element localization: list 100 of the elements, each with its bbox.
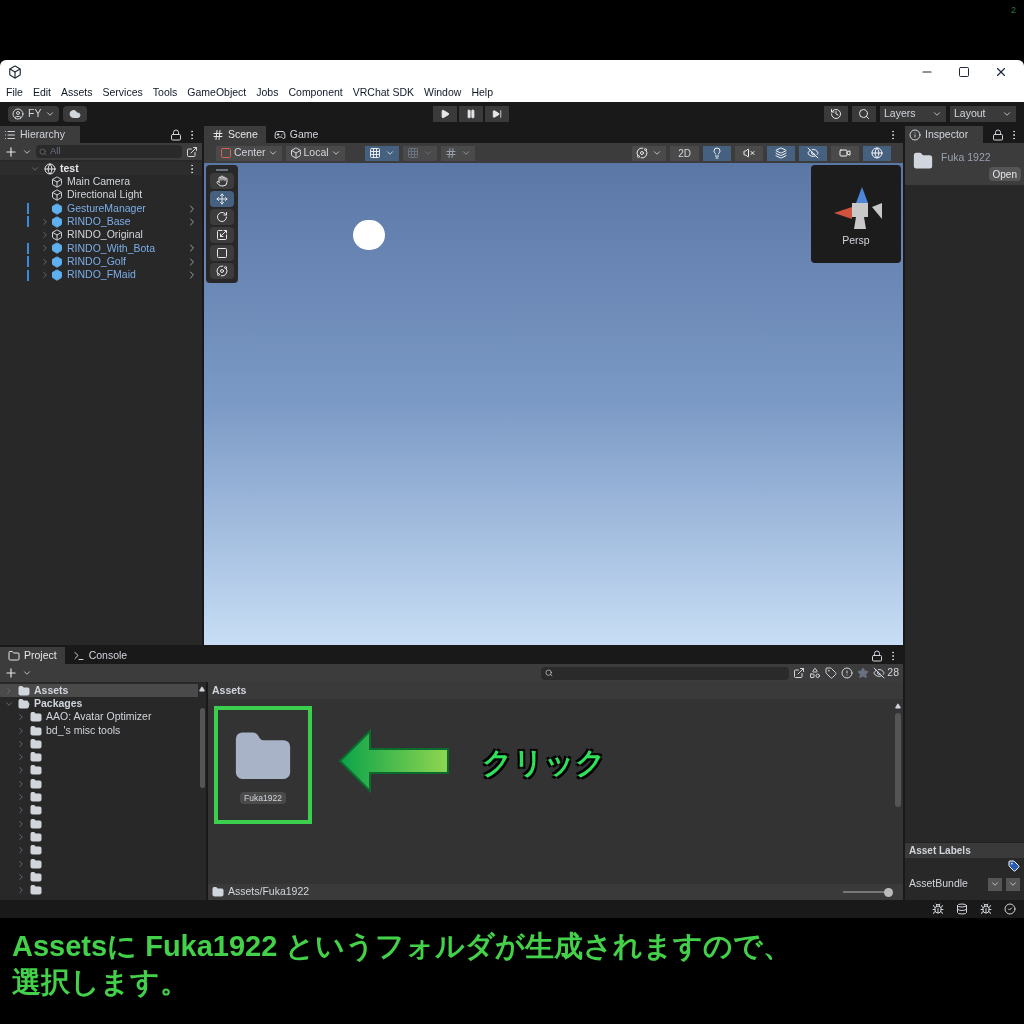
panel-tab[interactable]: Inspector [905, 126, 983, 143]
tree-item[interactable]: AAO: Avatar Optimizer [0, 710, 198, 724]
open-button[interactable]: Open [988, 167, 1021, 181]
scene-toggle-button[interactable] [735, 145, 763, 161]
close-icon[interactable] [994, 65, 1008, 79]
search-field[interactable] [541, 666, 790, 680]
open-window-icon[interactable] [793, 667, 806, 679]
scene-toggle-button[interactable] [703, 145, 731, 161]
tool-button[interactable] [210, 209, 234, 225]
step-button[interactable] [484, 106, 509, 122]
layout-dropdown[interactable]: Layout [950, 106, 1016, 122]
scene-toggle-button[interactable] [767, 145, 795, 161]
folder-icon [30, 817, 42, 830]
lock-icon[interactable] [871, 649, 883, 662]
history-icon [830, 108, 842, 120]
status-check-icon[interactable] [1004, 903, 1016, 915]
tool-button[interactable] [210, 263, 234, 279]
tool-button[interactable] [210, 173, 234, 189]
layers-dropdown[interactable]: Layers [880, 106, 946, 122]
increment-button[interactable] [440, 145, 475, 161]
scene-toggle-button[interactable] [863, 145, 891, 161]
cloud-button[interactable] [63, 106, 88, 122]
scene-icon [44, 162, 56, 175]
bundle-dropdown[interactable] [988, 877, 1002, 891]
scene-toggle-button[interactable] [799, 145, 827, 161]
pivot-icon [220, 147, 232, 159]
caret-icon [932, 109, 942, 119]
caret-icon [460, 148, 471, 158]
tree-item[interactable]: Packages [0, 697, 198, 711]
panel-tab[interactable]: Hierarchy [0, 126, 80, 143]
bug-icon[interactable] [932, 903, 944, 915]
pivot-dropdown[interactable]: Center [216, 145, 282, 161]
menu-item[interactable]: GameObject [187, 85, 247, 101]
zoom-slider[interactable] [843, 887, 891, 897]
pause-button[interactable] [458, 106, 483, 122]
tree-item[interactable]: Assets [0, 684, 198, 698]
scene-toggle-button[interactable] [831, 145, 859, 161]
shading-dropdown[interactable] [632, 145, 667, 161]
tree-item[interactable]: bd_'s misc tools [0, 723, 198, 738]
page-number: 2 [1011, 4, 1016, 17]
warning-filter-icon[interactable] [841, 667, 854, 679]
search-field[interactable]: All [36, 145, 182, 158]
history-button[interactable] [824, 106, 848, 122]
menu-item[interactable]: File [6, 85, 23, 101]
hierarchy-item[interactable]: RINDO_Original [0, 228, 202, 242]
menu-item[interactable]: Window [424, 85, 462, 101]
menu-item[interactable]: Assets [61, 85, 93, 101]
hierarchy-item[interactable]: RINDO_Golf [0, 255, 202, 269]
add-icon[interactable] [4, 666, 18, 680]
hierarchy-item[interactable]: RINDO_With_Bota [0, 241, 202, 256]
tool-button[interactable] [210, 245, 234, 261]
play-button[interactable] [432, 106, 457, 122]
mode-2d-button[interactable]: 2D [670, 145, 699, 161]
space-dropdown[interactable]: Local [285, 145, 345, 161]
maximize-icon[interactable] [958, 66, 970, 78]
menu-item[interactable]: Jobs [256, 85, 279, 101]
slider-thumb[interactable] [883, 887, 893, 897]
view-tab[interactable]: Game [265, 126, 327, 143]
variant-dropdown[interactable] [1006, 877, 1020, 891]
panel-tab[interactable]: Console [64, 647, 136, 664]
hierarchy-item[interactable]: RINDO_Base [0, 215, 202, 229]
label-filter-icon[interactable] [825, 667, 838, 679]
add-icon[interactable] [4, 144, 18, 159]
lock-icon[interactable] [992, 128, 1004, 141]
menu-item[interactable]: Component [288, 85, 343, 101]
debug-icon[interactable] [980, 903, 992, 915]
hierarchy-item[interactable]: GestureManager [0, 201, 202, 216]
cube-icon [51, 229, 63, 242]
hierarchy-item[interactable]: RINDO_FMaid [0, 268, 202, 282]
panel-tab[interactable]: Project [0, 647, 65, 664]
tool-button[interactable] [210, 227, 234, 243]
lock-icon[interactable] [170, 128, 182, 141]
scale-tool-icon [216, 229, 228, 241]
caret-icon [384, 148, 395, 158]
account-dropdown[interactable]: FY [8, 106, 60, 122]
menu-item[interactable]: Help [471, 85, 493, 101]
prefab-cube-icon [51, 269, 63, 281]
tool-button[interactable] [210, 191, 234, 207]
menu-item[interactable]: VRChat SDK [352, 85, 415, 101]
menu-item[interactable]: Services [102, 85, 143, 101]
type-filter-icon[interactable] [809, 667, 822, 679]
hidden-icon[interactable] [873, 667, 886, 679]
view-tab[interactable]: Scene [204, 126, 266, 143]
database-icon[interactable] [956, 903, 968, 915]
folder-icon [30, 791, 42, 803]
asset-item[interactable]: Fuka1922 [214, 706, 312, 824]
open-window-icon[interactable] [186, 145, 198, 158]
hierarchy-item[interactable]: Main Camera [0, 175, 202, 189]
grid-snap-button[interactable] [364, 145, 399, 161]
projection-label[interactable]: Persp [842, 233, 870, 249]
menu-item[interactable]: Edit [32, 85, 51, 101]
menu-item[interactable]: Tools [152, 85, 178, 101]
caret-icon [652, 148, 663, 158]
hierarchy-item[interactable]: Directional Light [0, 188, 202, 202]
breadcrumb[interactable]: Assets [212, 682, 247, 699]
gamepad-icon [273, 128, 286, 141]
tag-icon[interactable] [1008, 860, 1020, 872]
scroll-up-icon [895, 703, 901, 709]
search-button[interactable] [852, 106, 876, 122]
scene-viewport[interactable]: Persp [204, 163, 903, 645]
